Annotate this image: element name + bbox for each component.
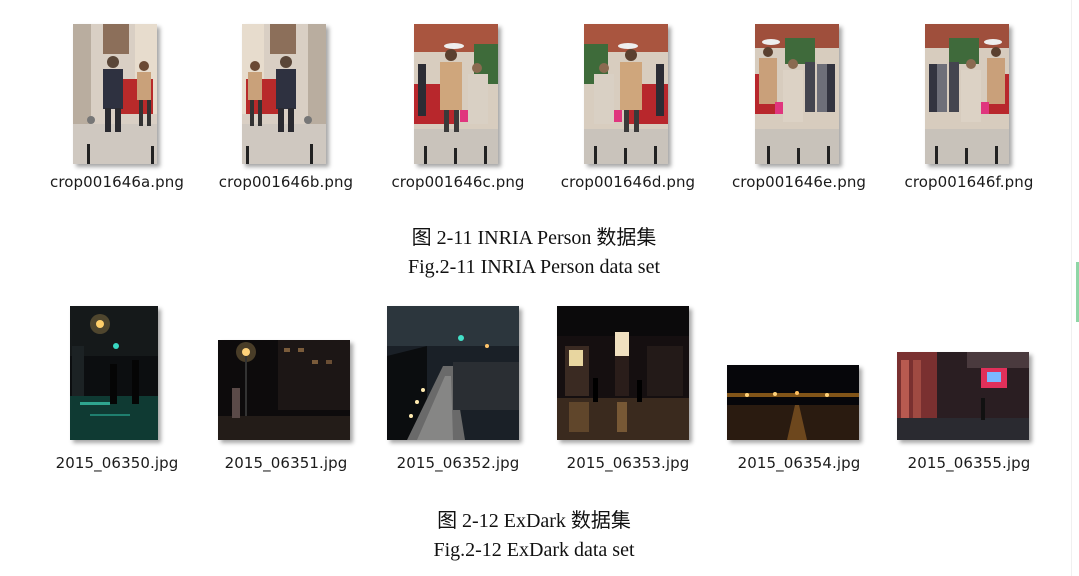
image-thumbnail[interactable]	[242, 24, 326, 164]
figure-caption-cn: 图 2-12 ExDark 数据集	[437, 510, 631, 532]
file-name[interactable]: crop001646e.png	[719, 173, 879, 191]
file-name[interactable]: crop001646d.png	[548, 173, 708, 191]
figure-caption-en: Fig.2-12 ExDark data set	[433, 539, 635, 561]
image-thumbnail[interactable]	[584, 24, 668, 164]
file-name[interactable]: 2015_06353.jpg	[548, 454, 708, 472]
file-name[interactable]: 2015_06354.jpg	[719, 454, 879, 472]
image-thumbnail[interactable]	[70, 306, 158, 440]
image-thumbnail[interactable]	[387, 306, 519, 440]
image-thumbnail[interactable]	[897, 352, 1029, 440]
file-name[interactable]: 2015_06351.jpg	[206, 454, 366, 472]
inria-thumbnail-row: crop001646a.png crop001646b.png crop0016…	[0, 18, 1068, 198]
file-name[interactable]: 2015_06355.jpg	[889, 454, 1049, 472]
file-name[interactable]: 2015_06352.jpg	[378, 454, 538, 472]
image-thumbnail[interactable]	[73, 24, 157, 164]
image-thumbnail[interactable]	[557, 306, 689, 440]
file-name[interactable]: crop001646f.png	[889, 173, 1049, 191]
figure-caption-en: Fig.2-11 INRIA Person data set	[407, 256, 660, 278]
image-thumbnail[interactable]	[925, 24, 1009, 164]
file-name[interactable]: crop001646a.png	[37, 173, 197, 191]
figure-caption-cn: 图 2-11 INRIA Person 数据集	[411, 227, 657, 249]
image-thumbnail[interactable]	[414, 24, 498, 164]
file-name[interactable]: crop001646c.png	[378, 173, 538, 191]
file-name[interactable]: crop001646b.png	[206, 173, 366, 191]
exdark-thumbnail-row: 2015_06350.jpg 2015_06351.jpg 2015_06352…	[0, 300, 1068, 480]
image-thumbnail[interactable]	[755, 24, 839, 164]
image-thumbnail[interactable]	[727, 365, 859, 440]
image-thumbnail[interactable]	[218, 340, 350, 440]
file-name[interactable]: 2015_06350.jpg	[37, 454, 197, 472]
